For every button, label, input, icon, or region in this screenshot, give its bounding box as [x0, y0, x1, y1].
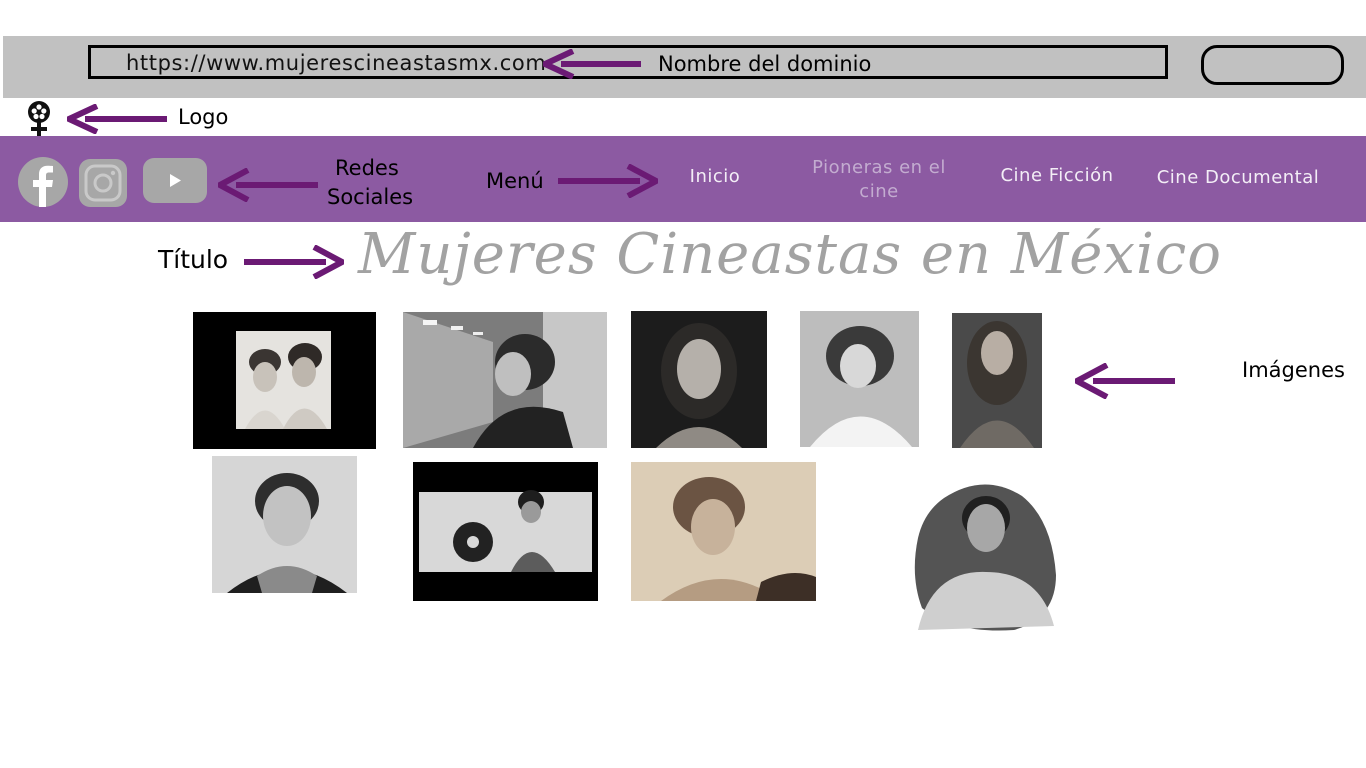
arrow-right-icon — [242, 245, 344, 279]
photo-pioneer-sepia[interactable] — [631, 462, 816, 601]
domain-annotation: Nombre del dominio — [658, 52, 872, 76]
social-annotation-2: Sociales — [327, 185, 414, 209]
female-film-reel-icon[interactable] — [21, 100, 57, 138]
logo-annotation: Logo — [178, 105, 229, 129]
social-annotation-1: Redes — [335, 156, 399, 180]
page-title: Mujeres Cineastas en México — [358, 222, 1222, 287]
photo-pioneer-sisters[interactable] — [193, 312, 376, 449]
photo-director-long-hair[interactable] — [952, 313, 1042, 448]
facebook-icon[interactable] — [18, 157, 68, 207]
menu-item-cine-documental[interactable]: Cine Documental — [1143, 166, 1333, 190]
photo-director-subway[interactable] — [403, 312, 607, 448]
instagram-icon[interactable] — [79, 159, 127, 207]
menu-annotation: Menú — [486, 169, 544, 193]
menu-item-cine-ficcion[interactable]: Cine Ficción — [986, 164, 1128, 188]
photo-director-glasses[interactable] — [914, 480, 1058, 632]
youtube-icon[interactable] — [143, 158, 207, 203]
title-annotation: Título — [158, 245, 229, 274]
menu-item-pioneras[interactable]: Pioneras en el cine — [800, 156, 958, 204]
photo-director-older[interactable] — [212, 456, 357, 593]
url-text[interactable]: https://www.mujerescineastasmx.com — [126, 51, 546, 75]
arrow-left-icon — [543, 49, 643, 79]
menu-item-pioneras-line1: Pioneras en el — [812, 157, 946, 178]
arrow-left-icon — [1075, 363, 1177, 399]
photo-pioneer-projector[interactable] — [413, 462, 598, 601]
arrow-left-icon — [218, 168, 320, 202]
arrow-left-icon — [67, 104, 169, 134]
photo-director-portrait-dark[interactable] — [631, 311, 767, 448]
arrow-right-icon — [556, 164, 658, 198]
browser-search-box[interactable] — [1201, 45, 1344, 85]
menu-item-pioneras-line2: cine — [859, 181, 899, 202]
images-annotation: Imágenes — [1242, 358, 1345, 382]
menu-item-inicio[interactable]: Inicio — [668, 165, 762, 189]
photo-director-thinking[interactable] — [800, 311, 919, 447]
